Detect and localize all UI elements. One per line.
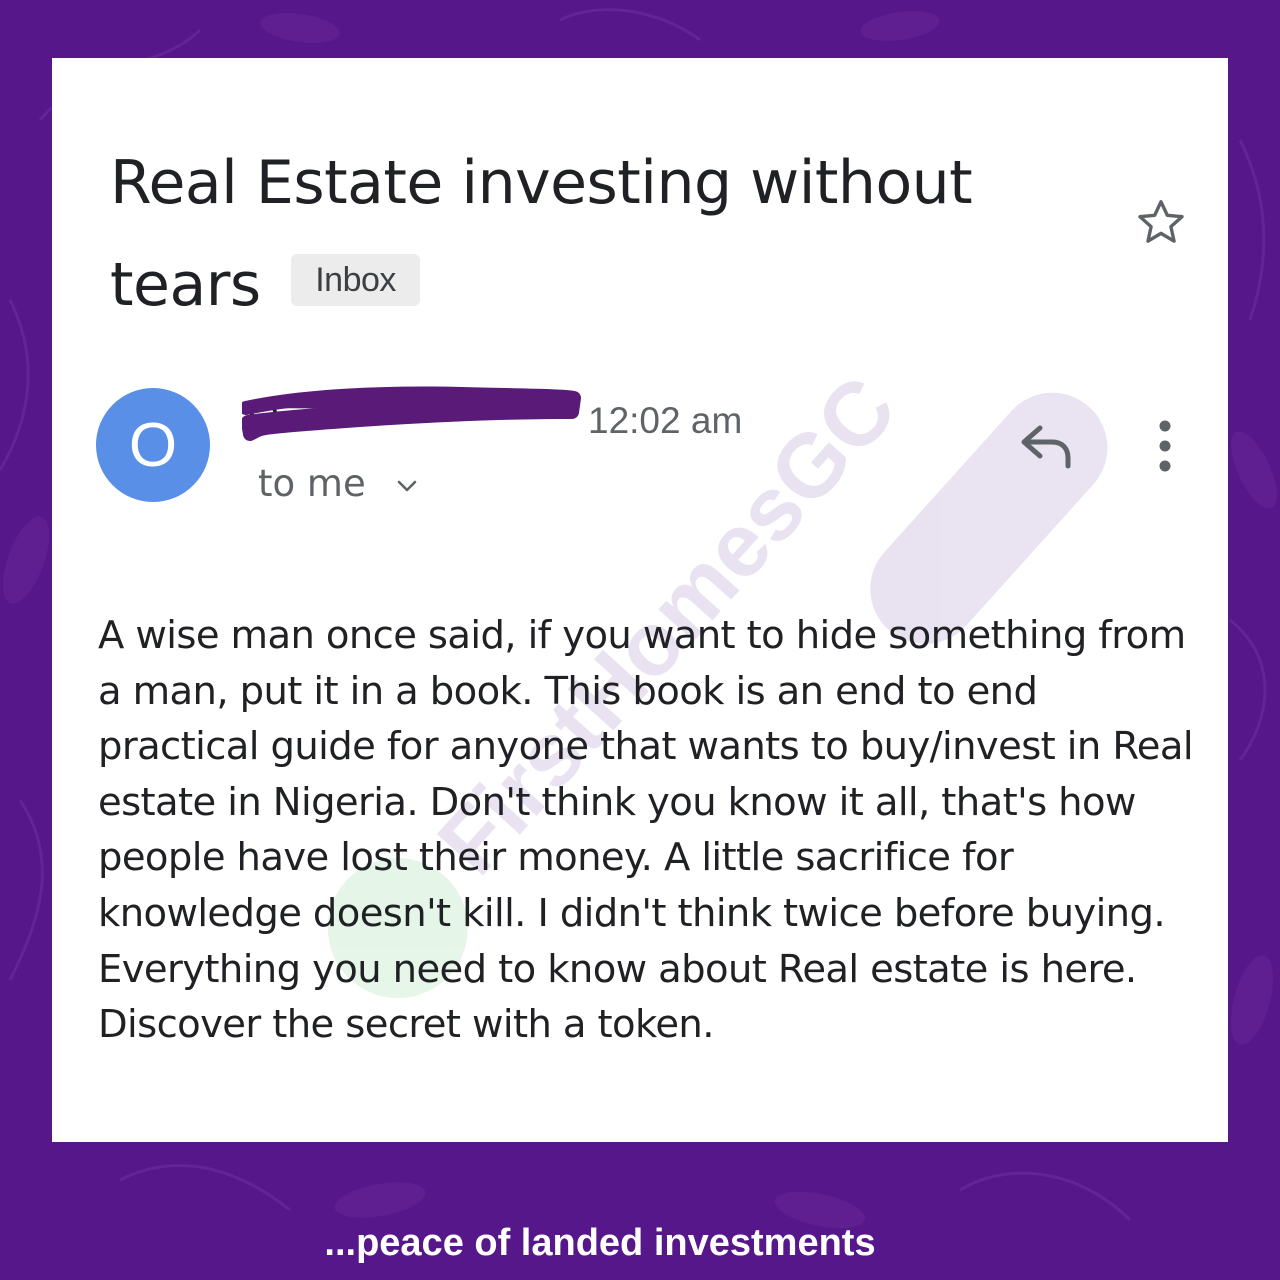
redaction-scribble xyxy=(242,386,581,441)
email-subject: Real Estate investing without tears Inbo… xyxy=(110,132,1070,336)
sender-avatar[interactable]: O xyxy=(96,388,210,502)
brand-tagline: ...peace of landed investments xyxy=(324,1222,876,1264)
reply-icon[interactable] xyxy=(1018,420,1076,472)
subject-text: Real Estate investing without tears xyxy=(110,148,973,320)
recipient-label: to me xyxy=(258,462,366,505)
recipient-details-toggle[interactable]: to me xyxy=(258,462,419,505)
chevron-down-icon xyxy=(398,480,417,491)
star-icon[interactable] xyxy=(1132,194,1190,252)
email-card: FirstHomesGC Real Estate investing witho… xyxy=(52,58,1228,1142)
email-timestamp: 12:02 am xyxy=(588,400,743,441)
email-body-closing: Discover the secret with a token. xyxy=(98,1002,714,1048)
inbox-label-chip[interactable]: Inbox xyxy=(291,254,420,307)
more-vert-icon[interactable] xyxy=(1150,418,1180,474)
sender-row: O 12:02 am xyxy=(242,386,848,450)
email-body-paragraph: A wise man once said, if you want to hid… xyxy=(98,613,1194,992)
email-body: A wise man once said, if you want to hid… xyxy=(98,608,1198,1053)
